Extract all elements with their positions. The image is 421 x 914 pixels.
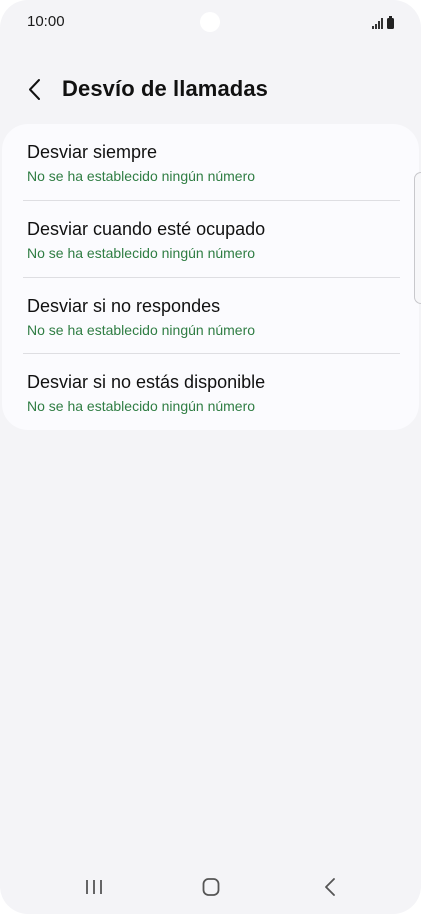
item-title: Desviar cuando esté ocupado [27, 219, 266, 239]
edge-panel-handle[interactable] [414, 172, 421, 304]
list-item-desviar-no-respondes[interactable]: Desviar si no respondes No se ha estable… [2, 278, 419, 354]
recents-button[interactable] [79, 872, 109, 902]
item-subtitle: No se ha establecido ningún número [27, 322, 256, 338]
header: Desvío de llamadas [0, 68, 421, 112]
item-subtitle: No se ha establecido ningún número [27, 168, 256, 184]
back-button[interactable] [22, 76, 50, 104]
battery-icon [387, 16, 394, 29]
status-time: 10:00 [27, 13, 65, 30]
item-title: Desviar siempre [27, 142, 158, 162]
nav-back-button[interactable] [315, 872, 345, 902]
navigation-bar [0, 858, 421, 914]
list-item-desviar-no-disponible[interactable]: Desviar si no estás disponible No se ha … [2, 354, 419, 430]
chevron-left-icon [29, 79, 40, 100]
list-item-desviar-ocupado[interactable]: Desviar cuando esté ocupado No se ha est… [2, 201, 419, 277]
signal-icon [372, 17, 383, 29]
home-button[interactable] [196, 872, 226, 902]
recents-icon [86, 880, 102, 894]
status-bar: 10:00 [0, 0, 421, 46]
phone-screen: 10:00 Desvío de llamadas Desviar siempre… [0, 0, 421, 914]
back-icon [325, 878, 335, 896]
item-title: Desviar si no respondes [27, 296, 221, 316]
item-subtitle: No se ha establecido ningún número [27, 245, 256, 261]
status-icons [372, 15, 394, 29]
home-icon [202, 878, 220, 896]
item-title: Desviar si no estás disponible [27, 372, 266, 392]
page-title: Desvío de llamadas [62, 76, 269, 101]
forwarding-options-card: Desviar siempre No se ha establecido nin… [2, 124, 419, 430]
item-subtitle: No se ha establecido ningún número [27, 398, 256, 414]
camera-cutout [200, 12, 220, 32]
list-item-desviar-siempre[interactable]: Desviar siempre No se ha establecido nin… [2, 124, 419, 200]
